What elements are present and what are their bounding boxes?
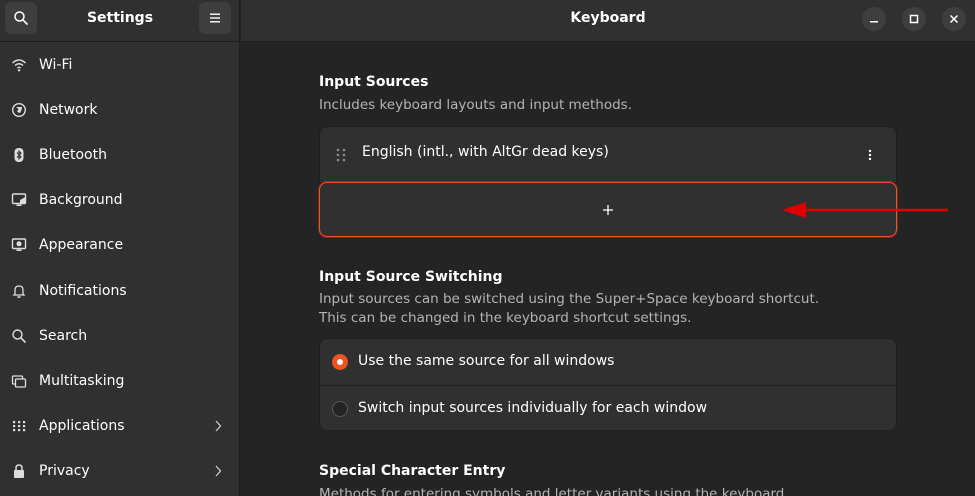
radio-selected[interactable] [332,354,348,370]
sidebar-item-label: Notifications [39,282,127,299]
radio-label: Use the same source for all windows [358,353,615,369]
appearance-icon [11,237,27,253]
minimize-button[interactable] [862,7,886,31]
sidebar-list: Wi-Fi Network Bluetooth Background Appea… [0,42,240,494]
more-options-button[interactable] [862,147,878,163]
radio-row-same-source[interactable]: Use the same source for all windows [320,339,896,385]
sidebar-item-label: Network [39,101,98,118]
chevron-right-icon [215,465,222,477]
sidebar-item-wifi[interactable]: Wi-Fi [0,42,240,87]
menu-button[interactable] [199,2,231,34]
input-source-row[interactable]: English (intl., with AltGr dead keys) [320,127,896,183]
lock-icon [11,463,27,479]
sidebar-item-applications[interactable]: Applications [0,404,240,449]
search-icon [11,328,27,344]
sidebar-item-multitasking[interactable]: Multitasking [0,358,240,403]
multitasking-icon [11,373,27,389]
sidebar-item-label: Wi-Fi [39,56,73,73]
search-icon [14,11,28,25]
radio-row-individual[interactable]: Switch input sources individually for ea… [320,385,896,431]
main-header: Keyboard [241,0,975,42]
sidebar-item-label: Search [39,327,88,344]
special-character-title: Special Character Entry [319,463,506,479]
sidebar-item-appearance[interactable]: Appearance [0,223,240,268]
sidebar-item-bluetooth[interactable]: Bluetooth [0,132,240,177]
sidebar-item-label: Appearance [39,237,124,254]
special-character-description: Methods for entering symbols and letter … [319,486,789,496]
input-sources-description: Includes keyboard layouts and input meth… [319,97,632,113]
add-input-source-button[interactable] [319,182,897,237]
sidebar: Settings Wi-Fi Network Bluetooth Backgro… [0,0,240,496]
sidebar-item-background[interactable]: Background [0,178,240,223]
sidebar-item-label: Applications [39,418,125,435]
radio-unselected[interactable] [332,401,348,417]
network-icon [11,102,27,118]
hamburger-menu-icon [210,13,220,23]
background-icon [11,192,27,208]
sidebar-item-label: Bluetooth [39,146,107,163]
grid-icon [11,418,27,434]
close-icon [949,14,959,24]
sidebar-item-notifications[interactable]: Notifications [0,268,240,313]
search-button[interactable] [5,2,37,34]
input-switching-description-1: Input sources can be switched using the … [319,291,820,307]
sidebar-item-network[interactable]: Network [0,87,240,132]
sidebar-item-privacy[interactable]: Privacy [0,449,240,494]
bell-icon [11,283,27,299]
radio-label: Switch input sources individually for ea… [358,400,708,416]
maximize-icon [909,14,919,24]
sidebar-item-label: Privacy [39,463,90,480]
drag-handle-icon[interactable] [335,147,347,163]
input-switching-title: Input Source Switching [319,269,503,285]
plus-icon [603,204,613,215]
main-panel: Keyboard Input Sources Includes keyboard… [241,0,975,496]
maximize-button[interactable] [902,7,926,31]
sidebar-item-search[interactable]: Search [0,313,240,358]
sidebar-item-label: Background [39,192,123,209]
minimize-icon [870,21,878,23]
close-button[interactable] [942,7,966,31]
wifi-icon [11,57,27,73]
sidebar-header: Settings [0,0,240,42]
sidebar-item-label: Multitasking [39,372,125,389]
input-source-label: English (intl., with AltGr dead keys) [362,144,609,160]
kebab-menu-icon [868,149,872,161]
input-sources-title: Input Sources [319,74,429,90]
input-sources-list: English (intl., with AltGr dead keys) [319,126,897,182]
input-switching-options: Use the same source for all windows Swit… [319,338,897,431]
bluetooth-icon [11,147,27,163]
input-switching-description-2: This can be changed in the keyboard shor… [319,310,692,326]
chevron-right-icon [215,420,222,432]
